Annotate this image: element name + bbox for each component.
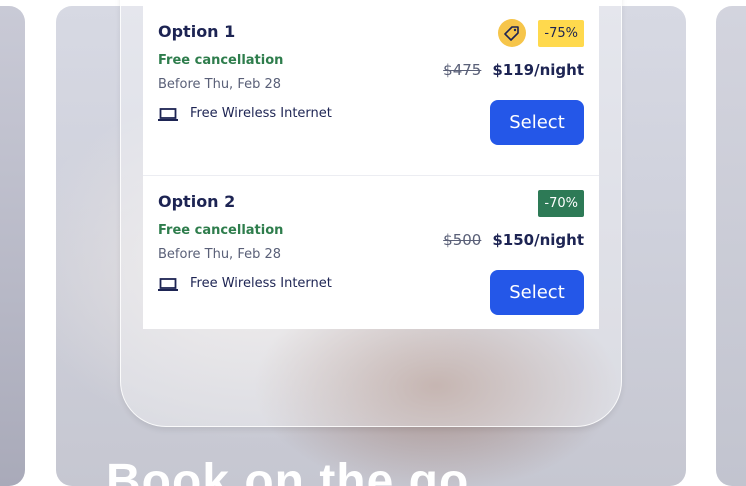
laptop-icon <box>158 107 178 121</box>
select-button[interactable]: Select <box>490 270 584 315</box>
discounted-price: $119/night <box>492 61 584 79</box>
phone-screen: Option 1 Free cancellation Before Thu, F… <box>143 6 599 329</box>
select-button[interactable]: Select <box>490 100 584 145</box>
laptop-icon <box>158 277 178 291</box>
room-option: Option 1 Free cancellation Before Thu, F… <box>143 6 599 174</box>
original-price: $475 <box>443 61 482 79</box>
amenity-row: Free Wireless Internet <box>158 106 332 121</box>
cancellation-deadline: Before Thu, Feb 28 <box>158 247 282 262</box>
cancellation-deadline: Before Thu, Feb 28 <box>158 77 282 92</box>
discount-badge: -70% <box>538 190 584 217</box>
amenity-label: Free Wireless Internet <box>190 276 332 291</box>
free-cancellation-label: Free cancellation <box>158 53 284 68</box>
carousel-card-previous[interactable] <box>0 6 25 486</box>
amenity-row: Free Wireless Internet <box>158 276 332 291</box>
discount-badge: -75% <box>538 20 584 47</box>
price-row: $475 $119/night <box>443 61 584 79</box>
free-cancellation-label: Free cancellation <box>158 223 284 238</box>
discounted-price: $150/night <box>492 231 584 249</box>
amenity-label: Free Wireless Internet <box>190 106 332 121</box>
price-row: $500 $150/night <box>443 231 584 249</box>
option-title: Option 1 <box>158 22 236 41</box>
card-headline: Book on the go <box>106 455 470 486</box>
room-option: Option 2 Free cancellation Before Thu, F… <box>143 175 599 344</box>
option-title: Option 2 <box>158 192 236 211</box>
price-tag-icon <box>498 19 526 47</box>
carousel-card-next[interactable] <box>716 6 746 486</box>
original-price: $500 <box>443 231 482 249</box>
